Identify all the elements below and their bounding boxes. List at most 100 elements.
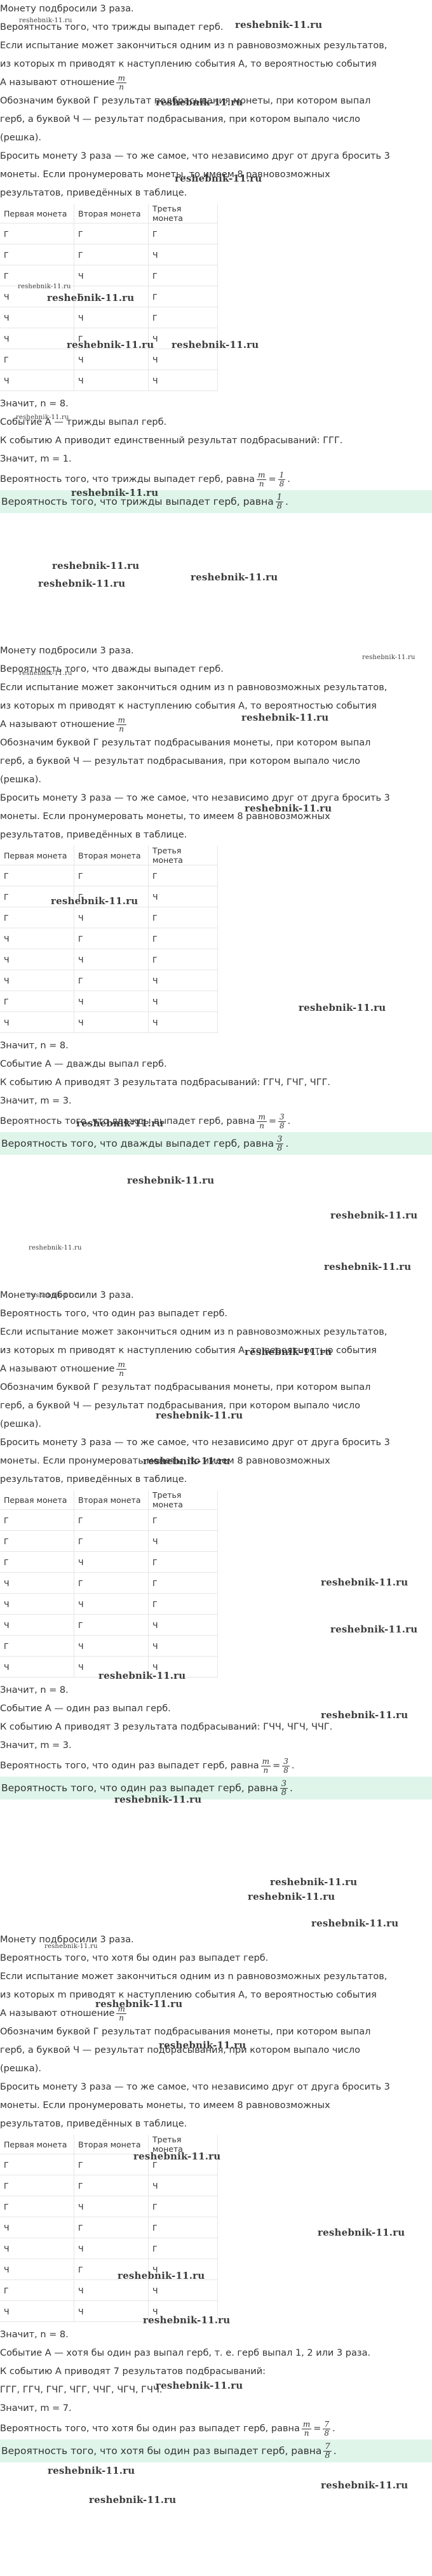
fraction-denominator: n: [304, 2428, 309, 2438]
watermark: reshebnik-11.ru: [156, 2380, 243, 2391]
table-cell: Ч: [74, 1593, 149, 1615]
watermark: reshebnik-11.ru: [321, 2479, 408, 2491]
table-cell: Г: [148, 1572, 218, 1594]
equals-sign: =: [273, 1761, 281, 1771]
fraction-denominator: 8: [281, 1788, 287, 1798]
definition-text: A называют отношение: [0, 2008, 115, 2019]
equivalence-line: монеты. Если пронумеровать монеты, то им…: [0, 811, 330, 822]
watermark: reshebnik-11.ru: [52, 560, 140, 571]
table-cell: Ч: [74, 2196, 149, 2217]
equals-sign: =: [268, 1116, 276, 1126]
table-header-row: Первая монета Вторая монета Третья монета: [0, 846, 218, 865]
table-cell: Ч: [74, 370, 149, 391]
table-cell: Г: [0, 2154, 74, 2175]
notation-line: (решка).: [0, 133, 41, 143]
table-cell: Г: [148, 1593, 218, 1615]
equivalence-line: монеты. Если пронумеровать монеты, то им…: [0, 2100, 330, 2111]
n-value: Значит, n = 8.: [0, 1685, 69, 1695]
probability-line: Вероятность того, что дважды выпадет гер…: [0, 1111, 432, 1132]
n-value: Значит, n = 8.: [0, 399, 69, 409]
definition-line: из которых m приводят к наступлению собы…: [0, 1990, 377, 2000]
fraction-numerator: m: [116, 73, 126, 83]
fraction-numerator: 1: [275, 493, 283, 502]
definition-line: A называют отношение m n: [0, 716, 432, 734]
watermark: reshebnik-11.ru: [19, 670, 72, 677]
table-row: ГЧГ: [0, 2196, 218, 2217]
watermark: reshebnik-11.ru: [191, 571, 278, 583]
table-cell: Ч: [148, 2175, 218, 2196]
table-cell: Г: [148, 1551, 218, 1573]
answer-text: Вероятность того, что хотя бы один раз в…: [1, 2445, 322, 2457]
table-cell: Ч: [148, 886, 218, 907]
notation-line: герб, а буквой Ч — результат подбрасыван…: [0, 756, 361, 766]
table-cell: Ч: [0, 2300, 74, 2322]
watermark: reshebnik-11.ru: [318, 2227, 405, 2238]
fraction-denominator: 8: [283, 1765, 288, 1775]
table-cell: Г: [0, 1509, 74, 1531]
equivalence-line: Бросить монету 3 раза — то же самое, что…: [0, 793, 390, 803]
table-cell: Г: [148, 2196, 218, 2217]
watermark: reshebnik-11.ru: [67, 339, 154, 350]
table-cell: Ч: [148, 1530, 218, 1552]
solution-section: Монету подбросили 3 раза. Вероятность тог…: [0, 1286, 432, 1799]
watermark: reshebnik-11.ru: [245, 1346, 332, 1358]
table-cell: Г: [0, 907, 74, 928]
fraction-denominator: 8: [279, 1121, 285, 1130]
outcomes-table: Первая монета Вторая монета Третья монета Г…: [0, 2135, 218, 2322]
fraction-numerator: 7: [323, 2419, 331, 2429]
answer-text: Вероятность того, что дважды выпадет гер…: [1, 1138, 274, 1149]
fraction-denominator: n: [119, 2013, 124, 2022]
probability-text: Вероятность того, что один раз выпадет г…: [0, 1761, 259, 1771]
equivalence-line: Бросить монету 3 раза — то же самое, что…: [0, 151, 390, 161]
table-cell: Г: [74, 928, 149, 949]
answer-highlight: Вероятность того, что один раз выпадет г…: [0, 1777, 432, 1799]
table-header-row: Первая монета Вторая монета Третья монета: [0, 204, 218, 224]
table-row: ЧЧГ: [0, 2238, 218, 2259]
table-cell: Г: [74, 1572, 149, 1594]
watermark: reshebnik-11.ru: [114, 1794, 202, 1805]
table-cell: Г: [0, 1635, 74, 1657]
watermark: reshebnik-11.ru: [48, 2465, 135, 2476]
table-header-cell: Первая монета: [0, 1490, 74, 1510]
favorable-outcomes: К событию A приводят 3 результата подбра…: [0, 1078, 331, 1088]
fraction-numerator: 3: [276, 1135, 284, 1144]
table-cell: Ч: [0, 1011, 74, 1033]
table-cell: Г: [74, 1614, 149, 1636]
answer-highlight: Вероятность того, что трижды выпадет гер…: [0, 490, 432, 513]
table-cell: Ч: [148, 244, 218, 265]
table-cell: Ч: [0, 1593, 74, 1615]
table-cell: Ч: [74, 991, 149, 1012]
watermark: reshebnik-11.ru: [172, 339, 259, 350]
probability-value: 38: [282, 1757, 290, 1775]
table-cell: Г: [148, 949, 218, 970]
table-cell: Г: [148, 307, 218, 328]
answer-fraction: 38: [276, 1135, 284, 1152]
watermark: reshebnik-11.ru: [321, 1577, 408, 1588]
table-row: ЧГЧ: [0, 970, 218, 991]
n-value: Значит, n = 8.: [0, 2330, 69, 2340]
table-cell: Ч: [0, 928, 74, 949]
watermark: reshebnik-11.ru: [156, 97, 243, 108]
table-row: ГГЧ: [0, 2175, 218, 2196]
table-row: ГЧГ: [0, 907, 218, 928]
table-cell: Г: [74, 1509, 149, 1531]
watermark: reshebnik-11.ru: [44, 1943, 98, 1950]
table-row: ГГЧ: [0, 244, 218, 265]
ratio-fraction: mn: [116, 74, 126, 91]
table-cell: Г: [148, 2238, 218, 2259]
m-value: Значит, m = 3.: [0, 1740, 72, 1751]
probability-text: Вероятность того, что хотя бы один раз в…: [0, 2424, 300, 2434]
period: .: [285, 1138, 289, 1149]
table-row: ЧГГ: [0, 2217, 218, 2238]
table-cell: Ч: [148, 970, 218, 991]
notation-line: Обозначим буквой Г результат подбрасыван…: [0, 738, 371, 748]
table-cell: Ч: [148, 1635, 218, 1657]
table-cell: Г: [74, 244, 149, 265]
answer-fraction: 38: [280, 1780, 288, 1797]
equivalence-line: Бросить монету 3 раза — то же самое, что…: [0, 1438, 390, 1448]
n-value: Значит, n = 8.: [0, 1041, 69, 1051]
notation-line: Обозначим буквой Г результат подбрасыван…: [0, 2027, 371, 2037]
answer-fraction: 78: [323, 2443, 332, 2460]
table-row: ЧГГ: [0, 928, 218, 949]
table-row: ГЧЧ: [0, 1635, 218, 1657]
